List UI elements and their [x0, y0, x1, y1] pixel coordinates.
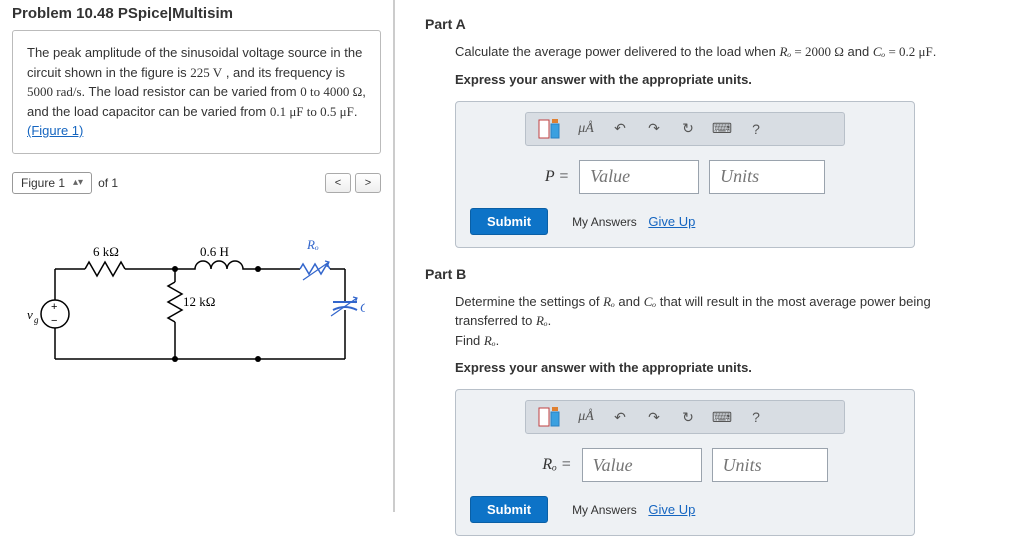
problem-description: The peak amplitude of the sinusoidal vol… [12, 30, 381, 154]
prompt-val: = 2000 Ω [791, 44, 844, 59]
svg-text:+: + [51, 301, 57, 313]
prompt-text: . [933, 44, 937, 59]
prompt-val: = 0.2 μF [885, 44, 933, 59]
give-up-link[interactable]: Give Up [648, 502, 695, 517]
svg-text:g: g [34, 315, 39, 325]
part-a-units-input[interactable] [709, 160, 825, 194]
desc-val: 0.1 μF to 0.5 μF [270, 104, 354, 119]
part-a-instruction: Express your answer with the appropriate… [455, 72, 995, 87]
give-up-link[interactable]: Give Up [648, 214, 695, 229]
dropdown-arrows-icon: ▴▾ [73, 177, 83, 188]
prompt-text: Find [455, 333, 484, 348]
prompt-var: Rₒ [780, 44, 792, 59]
part-b-toolbar: μÅ ↶ ↷ ↻ ⌨ ? [525, 400, 845, 434]
units-icon[interactable]: μÅ [574, 406, 598, 428]
redo-icon[interactable]: ↷ [642, 118, 666, 140]
help-icon[interactable]: ? [744, 118, 768, 140]
left-panel: Problem 10.48 PSpice|Multisim The peak a… [0, 0, 395, 512]
part-b-instruction: Express your answer with the appropriate… [455, 360, 995, 375]
right-panel: Part A Calculate the average power deliv… [395, 0, 1015, 512]
part-b-answer-block: μÅ ↶ ↷ ↻ ⌨ ? Rₒ = Submit My Answers G [455, 389, 915, 536]
part-b-units-input[interactable] [712, 448, 828, 482]
svg-text:0.6 H: 0.6 H [200, 244, 229, 259]
prompt-var: Rₒ [603, 294, 615, 309]
part-b-value-input[interactable] [582, 448, 702, 482]
svg-text:6 kΩ: 6 kΩ [93, 244, 119, 259]
template-icon[interactable] [536, 118, 564, 140]
redo-icon[interactable]: ↷ [642, 406, 666, 428]
svg-text:Cₒ: Cₒ [360, 300, 365, 315]
prompt-text: Calculate the average power delivered to… [455, 44, 780, 59]
circuit-diagram: + − 6 kΩ 0.6 H 12 kΩ Rₒ Cₒ v g [25, 224, 368, 397]
reset-icon[interactable]: ↻ [676, 118, 700, 140]
part-b-submit-button[interactable]: Submit [470, 496, 548, 523]
part-a-submit-button[interactable]: Submit [470, 208, 548, 235]
desc-val: 0 to 4000 Ω [300, 84, 362, 99]
part-a-answer-block: μÅ ↶ ↷ ↻ ⌨ ? P = Submit My Answers Gi [455, 101, 915, 248]
reset-icon[interactable]: ↻ [676, 406, 700, 428]
figure-dropdown[interactable]: Figure 1 ▴▾ [12, 172, 92, 194]
figure-selector-row: Figure 1 ▴▾ of 1 < > [12, 172, 381, 194]
part-a-prompt: Calculate the average power delivered to… [455, 42, 995, 62]
svg-text:12 kΩ: 12 kΩ [183, 294, 215, 309]
figure-count: of 1 [98, 176, 118, 190]
prev-figure-button[interactable]: < [325, 173, 351, 193]
desc-val: 5000 rad/s [27, 84, 82, 99]
prompt-var: Rₒ [484, 333, 496, 348]
desc-text: . The load resistor can be varied from [82, 84, 301, 99]
part-b-prompt: Determine the settings of Rₒ and Cₒ that… [455, 292, 995, 351]
prompt-text: Determine the settings of [455, 294, 603, 309]
units-icon[interactable]: μÅ [574, 118, 598, 140]
figure-link[interactable]: (Figure 1) [27, 123, 83, 138]
figure-label: Figure 1 [21, 176, 65, 190]
prompt-var: Cₒ [873, 44, 885, 59]
my-answers-label: My Answers [572, 503, 637, 517]
undo-icon[interactable]: ↶ [608, 118, 632, 140]
prompt-text: and [844, 44, 873, 59]
undo-icon[interactable]: ↶ [608, 406, 632, 428]
next-figure-button[interactable]: > [355, 173, 381, 193]
desc-val: 225 V [190, 65, 222, 80]
part-b-header: Part B [425, 266, 995, 282]
desc-text: . [354, 104, 358, 119]
part-a-toolbar: μÅ ↶ ↷ ↻ ⌨ ? [525, 112, 845, 146]
help-icon[interactable]: ? [744, 406, 768, 428]
keyboard-icon[interactable]: ⌨ [710, 406, 734, 428]
template-icon[interactable] [536, 406, 564, 428]
part-a-header: Part A [425, 16, 995, 32]
part-a-value-input[interactable] [579, 160, 699, 194]
prompt-text: . [496, 333, 500, 348]
keyboard-icon[interactable]: ⌨ [710, 118, 734, 140]
desc-text: , and its frequency is [222, 65, 345, 80]
my-answers-label: My Answers [572, 215, 637, 229]
prompt-text: . [548, 313, 552, 328]
svg-text:Rₒ: Rₒ [306, 237, 319, 252]
svg-text:−: − [51, 315, 57, 327]
prompt-var: Cₒ [644, 294, 656, 309]
part-b-variable: Rₒ = [542, 456, 571, 474]
problem-title: Problem 10.48 PSpice|Multisim [0, 0, 393, 30]
prompt-text: and [615, 294, 644, 309]
part-a-variable: P = [545, 168, 569, 186]
prompt-var: Rₒ [536, 313, 548, 328]
svg-text:v: v [27, 307, 33, 322]
